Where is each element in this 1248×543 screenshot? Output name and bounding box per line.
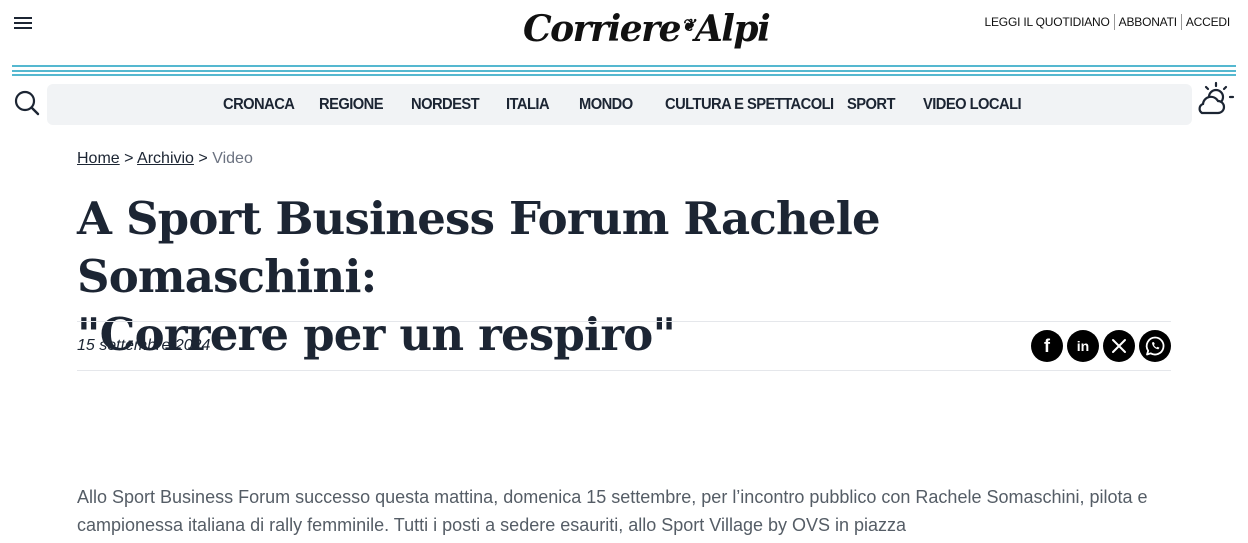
- nav-item-regione[interactable]: REGIONE: [319, 96, 384, 114]
- article-title: A Sport Business Forum Rachele Somaschin…: [77, 190, 1177, 364]
- breadcrumb-home[interactable]: Home: [77, 150, 120, 167]
- nav-item-sport[interactable]: SPORT: [847, 96, 896, 114]
- search-icon[interactable]: [14, 90, 40, 116]
- nav-item-cultura-spettacoli[interactable]: CULTURA E SPETTACOLI: [665, 96, 834, 114]
- facebook-icon: f: [1044, 335, 1050, 356]
- site-logo[interactable]: Corriere❦Alpi: [523, 6, 771, 59]
- breadcrumb: Home > Archivio > Video: [77, 150, 253, 168]
- article-body: Allo Sport Business Forum successo quest…: [77, 487, 1148, 535]
- login-link[interactable]: ACCEDI: [1182, 15, 1234, 29]
- main-nav: CRONACA REGIONE NORDEST ITALIA MONDO CUL…: [47, 84, 1192, 125]
- header-stripe: [12, 74, 1236, 76]
- menu-icon[interactable]: [14, 16, 34, 32]
- divider: [77, 370, 1171, 371]
- subscribe-link[interactable]: ABBONATI: [1115, 15, 1181, 29]
- breadcrumb-separator: >: [198, 150, 208, 167]
- whatsapp-share-button[interactable]: [1139, 330, 1171, 362]
- facebook-share-button[interactable]: f: [1031, 330, 1063, 362]
- linkedin-icon: in: [1076, 338, 1090, 354]
- breadcrumb-current: Video: [212, 150, 253, 167]
- whatsapp-icon: [1145, 336, 1165, 356]
- nav-item-italia[interactable]: ITALIA: [506, 96, 550, 114]
- linkedin-share-button[interactable]: in: [1067, 330, 1099, 362]
- weather-icon[interactable]: [1196, 81, 1236, 117]
- header-stripe: [12, 65, 1236, 67]
- logo-part2: Alpi: [694, 8, 771, 50]
- read-newspaper-link[interactable]: LEGGI IL QUOTIDIANO: [981, 15, 1114, 29]
- nav-item-nordest[interactable]: NORDEST: [411, 96, 480, 114]
- nav-item-video-locali[interactable]: VIDEO LOCALI: [923, 96, 1022, 114]
- logo-emblem-icon: ❦: [681, 16, 695, 36]
- article-date: 15 settembre 2024: [77, 337, 211, 354]
- article-title-line1: A Sport Business Forum Rachele Somaschin…: [77, 192, 881, 303]
- nav-item-mondo[interactable]: MONDO: [579, 96, 633, 114]
- divider: [77, 321, 1171, 322]
- header-stripe: [12, 70, 1236, 72]
- x-icon: [1112, 339, 1126, 353]
- logo-part1: Corriere: [523, 8, 682, 50]
- breadcrumb-separator: >: [124, 150, 134, 167]
- top-links: LEGGI IL QUOTIDIANO ABBONATI ACCEDI: [981, 14, 1234, 30]
- nav-item-cronaca[interactable]: CRONACA: [223, 96, 295, 114]
- top-header: Corriere❦Alpi LEGGI IL QUOTIDIANO ABBONA…: [0, 0, 1248, 64]
- x-share-button[interactable]: [1103, 330, 1135, 362]
- breadcrumb-archive[interactable]: Archivio: [137, 150, 194, 167]
